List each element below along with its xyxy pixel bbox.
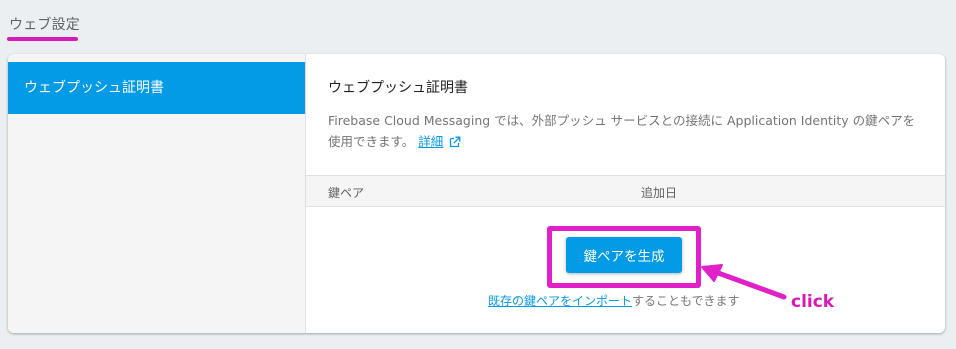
sidebar-item-label: ウェブプッシュ証明書 [24,80,164,96]
column-header-date-added: 追加日 [641,186,678,200]
sidebar-item-web-push-certificates[interactable]: ウェブプッシュ証明書 [8,62,305,114]
description: Firebase Cloud Messaging では、外部プッシュ サービスと… [328,110,926,154]
description-text: Firebase Cloud Messaging では、外部プッシュ サービスと… [328,113,916,149]
tab-underline-marker [7,37,78,41]
table-header: 鍵ペア 追加日 [306,175,945,207]
import-existing-key-pair-link[interactable]: 既存の鍵ペアをインポート [488,294,632,308]
open-in-new-icon[interactable] [449,133,461,154]
page-tab-title[interactable]: ウェブ設定 [9,14,80,34]
column-header-key-pair: 鍵ペア [328,186,365,200]
highlight-annotation-box [547,226,701,288]
details-link[interactable]: 詳細 [418,134,443,149]
click-annotation-label: click [791,292,835,312]
section-title: ウェブプッシュ証明書 [328,80,468,96]
sidebar: ウェブプッシュ証明書 [8,54,306,333]
pointer-arrow-icon [701,264,787,300]
